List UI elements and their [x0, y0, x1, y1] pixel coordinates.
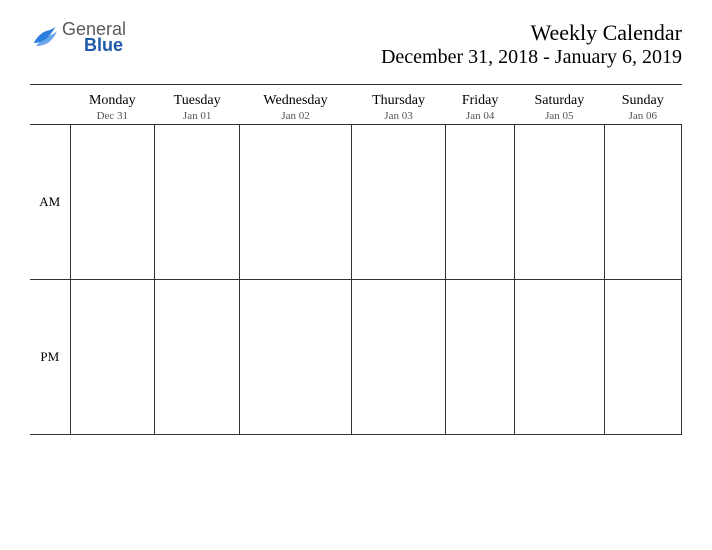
- cell-am-monday: [70, 125, 155, 280]
- cell-pm-tuesday: [155, 280, 240, 435]
- day-date: Jan 02: [244, 110, 348, 122]
- page-title: Weekly Calendar: [381, 20, 682, 46]
- day-name: Saturday: [519, 93, 600, 109]
- day-header-friday: Friday Jan 04: [446, 85, 515, 125]
- day-name: Friday: [450, 93, 511, 109]
- cell-pm-saturday: [515, 280, 604, 435]
- cell-pm-wednesday: [240, 280, 352, 435]
- logo-text-blue: Blue: [84, 36, 126, 54]
- day-date: Jan 03: [355, 110, 441, 122]
- day-date: Jan 06: [608, 110, 677, 122]
- cell-am-tuesday: [155, 125, 240, 280]
- weekly-calendar: Monday Dec 31 Tuesday Jan 01 Wednesday J…: [30, 84, 682, 435]
- pm-row: PM: [30, 280, 682, 435]
- am-row: AM: [30, 125, 682, 280]
- date-range: December 31, 2018 - January 6, 2019: [381, 46, 682, 69]
- day-name: Wednesday: [244, 93, 348, 109]
- day-header-wednesday: Wednesday Jan 02: [240, 85, 352, 125]
- day-header-sunday: Sunday Jan 06: [604, 85, 681, 125]
- day-date: Dec 31: [74, 110, 151, 122]
- day-date: Jan 05: [519, 110, 600, 122]
- day-name: Tuesday: [159, 93, 236, 109]
- swoosh-icon: [30, 22, 60, 52]
- cell-pm-monday: [70, 280, 155, 435]
- cell-am-saturday: [515, 125, 604, 280]
- day-header-tuesday: Tuesday Jan 01: [155, 85, 240, 125]
- day-header-saturday: Saturday Jan 05: [515, 85, 604, 125]
- cell-pm-sunday: [604, 280, 681, 435]
- day-date: Jan 04: [450, 110, 511, 122]
- day-date: Jan 01: [159, 110, 236, 122]
- day-name: Sunday: [608, 93, 677, 109]
- corner-cell: [30, 85, 70, 125]
- day-name: Monday: [74, 93, 151, 109]
- brand-logo: General Blue: [30, 20, 126, 54]
- day-header-monday: Monday Dec 31: [70, 85, 155, 125]
- cell-am-thursday: [351, 125, 445, 280]
- cell-pm-thursday: [351, 280, 445, 435]
- day-header-thursday: Thursday Jan 03: [351, 85, 445, 125]
- cell-am-wednesday: [240, 125, 352, 280]
- cell-am-sunday: [604, 125, 681, 280]
- day-name: Thursday: [355, 93, 441, 109]
- cell-pm-friday: [446, 280, 515, 435]
- am-label: AM: [30, 125, 70, 280]
- pm-label: PM: [30, 280, 70, 435]
- header: General Blue Weekly Calendar December 31…: [30, 20, 682, 69]
- cell-am-friday: [446, 125, 515, 280]
- title-block: Weekly Calendar December 31, 2018 - Janu…: [381, 20, 682, 69]
- day-header-row: Monday Dec 31 Tuesday Jan 01 Wednesday J…: [30, 85, 682, 125]
